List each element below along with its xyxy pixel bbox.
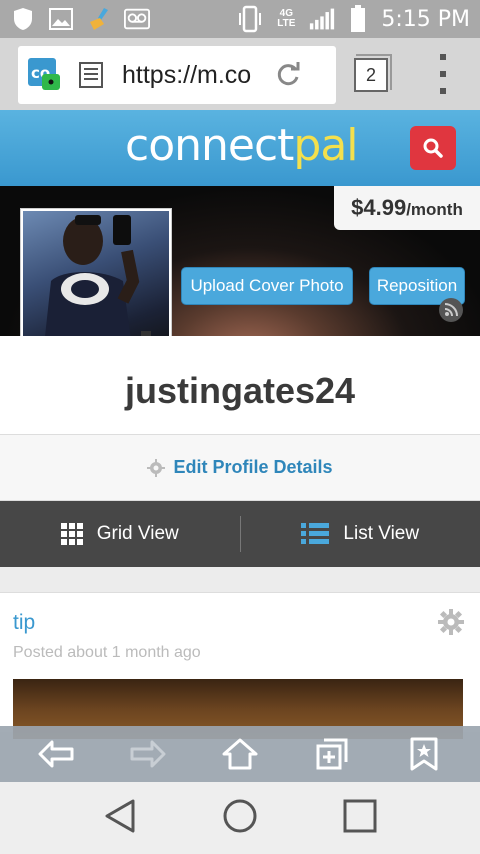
view-toggle-bar: Grid View List View: [0, 501, 480, 567]
subscription-price: $4.99 /month: [334, 186, 480, 230]
recents-square-icon[interactable]: [343, 799, 377, 838]
url-text[interactable]: https://m.co: [122, 61, 262, 90]
vibrate-icon: [237, 5, 263, 33]
post-title[interactable]: tip: [13, 611, 35, 635]
back-icon[interactable]: [36, 734, 76, 774]
status-bar: 4G LTE 5:15 PM: [0, 0, 480, 38]
bookmark-icon[interactable]: [404, 734, 444, 774]
tabs-icon[interactable]: 2: [354, 54, 392, 92]
gear-icon: [147, 458, 166, 477]
edit-profile-link[interactable]: Edit Profile Details: [0, 434, 480, 501]
list-view-label: List View: [343, 523, 420, 544]
shield-icon: [10, 6, 36, 32]
list-view-button[interactable]: List View: [241, 501, 480, 567]
post-card: tip Posted about 1 month ago: [0, 592, 480, 739]
connectpal-logo[interactable]: connectpal: [125, 120, 359, 171]
battery-icon: [345, 5, 371, 32]
network-label: 4G LTE: [277, 8, 296, 29]
price-amount: $4.99: [351, 195, 407, 220]
new-tab-icon[interactable]: [312, 734, 352, 774]
browser-toolbar: co https://m.co 2: [0, 38, 480, 110]
broom-icon: [86, 6, 112, 32]
edit-profile-label: Edit Profile Details: [173, 457, 333, 477]
voicemail-icon: [124, 6, 150, 32]
reader-icon[interactable]: [78, 61, 104, 89]
grid-icon: [60, 523, 83, 545]
grid-view-label: Grid View: [96, 523, 179, 544]
list-icon: [301, 523, 330, 544]
site-icon[interactable]: co: [28, 58, 62, 92]
app-header: connectpal: [0, 110, 480, 186]
post-timestamp: Posted about 1 month ago: [13, 644, 201, 661]
signal-icon: [309, 6, 335, 32]
url-bar[interactable]: co https://m.co: [18, 46, 336, 104]
tab-count: 2: [365, 64, 376, 85]
image-icon: [48, 6, 74, 32]
search-icon: [423, 138, 443, 158]
clock: 5:15 PM: [381, 6, 470, 32]
android-nav-bar: [0, 782, 480, 854]
avatar-image: [23, 211, 169, 355]
browser-nav-bar: [0, 726, 480, 782]
rss-icon[interactable]: [439, 298, 463, 322]
username: justingates24: [124, 370, 356, 411]
upload-cover-photo-button[interactable]: Upload Cover Photo: [181, 267, 353, 305]
forward-icon[interactable]: [128, 734, 168, 774]
search-button[interactable]: [410, 126, 456, 170]
post-settings-icon[interactable]: [438, 609, 464, 635]
back-triangle-icon[interactable]: [103, 798, 137, 839]
menu-icon[interactable]: [436, 54, 450, 94]
home-icon[interactable]: [220, 734, 260, 774]
reload-icon[interactable]: [274, 61, 302, 89]
logo-part-connect: connect: [125, 120, 294, 171]
grid-view-button[interactable]: Grid View: [0, 501, 240, 567]
network-icon: 4G LTE: [273, 6, 299, 32]
home-circle-icon[interactable]: [222, 798, 258, 839]
price-period: /month: [406, 199, 463, 219]
logo-part-pal: pal: [293, 120, 358, 171]
